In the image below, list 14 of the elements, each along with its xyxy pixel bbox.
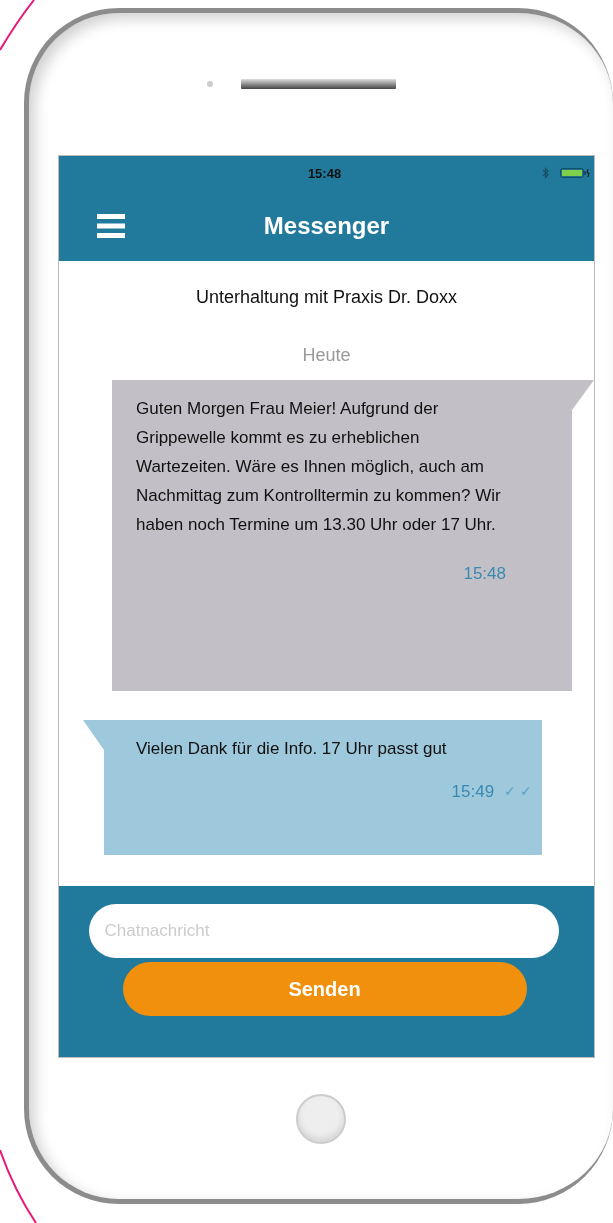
battery-icon	[560, 168, 590, 178]
message-time: 15:49	[451, 781, 495, 803]
read-ticks: ✓ ✓	[504, 782, 532, 801]
message-time: 15:48	[463, 563, 506, 585]
send-button[interactable]: Senden	[122, 962, 527, 1016]
menu-icon[interactable]	[97, 213, 125, 238]
status-time: 15:48	[306, 165, 343, 181]
app-title: Messenger	[262, 211, 391, 240]
message-text: Vielen Dank für die Info. 17 Uhr passt gut	[136, 738, 448, 760]
message-text: Guten Morgen Frau Meier! Aufgrund der Grippewelle kommt es zu erheblichen Wartezeiten. Wäre es Ihnen möglich, auch am Nachmittag zum Kontrolltermin zu kommen? Wir haben noch Termine um 13.30 Uhr oder 17 Uhr.	[136, 398, 502, 536]
camera-dot	[207, 81, 213, 87]
conversation-title: Unterhaltung mit Praxis Dr. Doxx	[194, 287, 459, 308]
date-label: Heute	[301, 345, 352, 366]
bluetooth-icon	[542, 167, 550, 179]
